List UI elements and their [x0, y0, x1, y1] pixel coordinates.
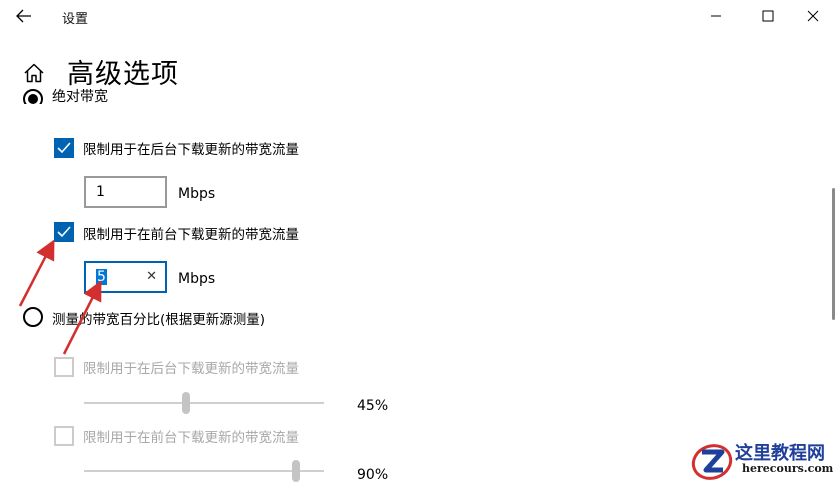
minimize-icon — [711, 15, 721, 17]
home-icon[interactable] — [22, 61, 46, 85]
percentage-foreground-label: 限制用于在前台下载更新的带宽流量 — [83, 430, 299, 446]
percentage-bandwidth-radio[interactable] — [23, 307, 43, 327]
absolute-foreground-unit: Mbps — [178, 271, 216, 287]
back-button[interactable] — [12, 5, 36, 27]
title-bar: 设置 — [0, 0, 837, 34]
checkmark-icon — [57, 226, 71, 238]
minimize-button[interactable] — [698, 4, 734, 28]
maximize-button[interactable] — [750, 4, 786, 28]
back-arrow-icon — [16, 9, 31, 23]
absolute-bandwidth-option: 绝对带宽 — [0, 86, 837, 104]
input-value-selected: 5 — [96, 269, 107, 285]
percentage-foreground-value: 90% — [357, 467, 389, 483]
absolute-background-unit: Mbps — [178, 186, 216, 202]
vertical-scrollbar[interactable] — [832, 188, 835, 320]
arrow-to-checkbox — [18, 239, 55, 307]
close-icon — [807, 10, 819, 22]
percentage-background-checkbox[interactable] — [54, 357, 74, 377]
absolute-bandwidth-label: 绝对带宽 — [52, 89, 108, 104]
watermark-domain: herecours.com — [742, 462, 834, 475]
percentage-background-value: 45% — [357, 398, 389, 414]
absolute-foreground-input[interactable]: 5 ✕ — [84, 261, 167, 293]
clear-icon[interactable]: ✕ — [146, 269, 157, 284]
percentage-foreground-slider[interactable] — [84, 470, 324, 472]
watermark-logo-icon — [691, 444, 733, 480]
absolute-background-label: 限制用于在后台下载更新的带宽流量 — [83, 142, 299, 158]
absolute-foreground-checkbox[interactable] — [54, 222, 74, 242]
percentage-background-slider-thumb[interactable] — [182, 392, 190, 414]
close-button[interactable] — [795, 4, 831, 28]
absolute-foreground-label: 限制用于在前台下载更新的带宽流量 — [83, 227, 299, 243]
percentage-foreground-slider-thumb[interactable] — [292, 460, 300, 482]
absolute-background-checkbox[interactable] — [54, 138, 74, 158]
maximize-icon — [762, 10, 774, 22]
percentage-bandwidth-label: 测量的带宽百分比(根据更新源测量) — [52, 312, 266, 328]
radio-selected-dot — [28, 94, 38, 104]
absolute-bandwidth-radio[interactable] — [23, 89, 43, 104]
checkmark-icon — [57, 142, 71, 154]
percentage-background-label: 限制用于在后台下载更新的带宽流量 — [83, 361, 299, 377]
window-title: 设置 — [62, 12, 89, 27]
input-value: 1 — [96, 184, 105, 200]
percentage-foreground-checkbox[interactable] — [54, 426, 74, 446]
absolute-background-input[interactable]: 1 — [84, 176, 167, 208]
percentage-background-slider[interactable] — [84, 402, 324, 404]
watermark: 这里教程网 herecours.com — [688, 437, 837, 484]
